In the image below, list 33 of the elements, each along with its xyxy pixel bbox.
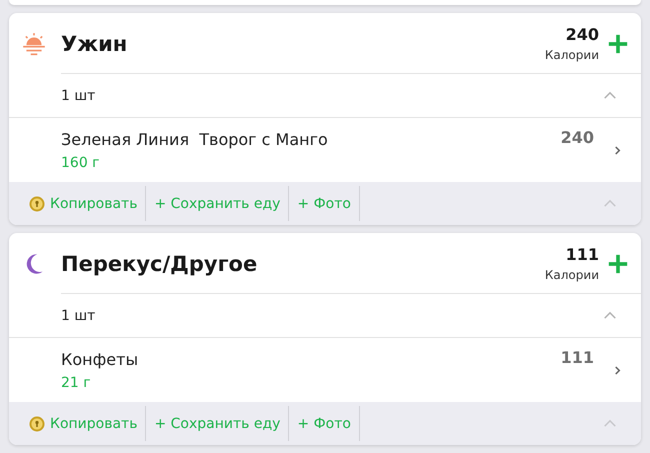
action-button[interactable]: Копировать [21, 186, 146, 221]
chevron-right-icon [614, 144, 621, 156]
add-icon[interactable] [607, 32, 629, 54]
collapse-icon[interactable] [603, 311, 617, 320]
action-button[interactable]: + Сохранить еду [146, 186, 290, 221]
collapse-icon[interactable] [603, 419, 617, 428]
collapse-icon[interactable] [603, 91, 617, 100]
food-item[interactable]: Конфеты 21 г 111 [9, 338, 641, 402]
food-weight: 21 г [61, 374, 92, 390]
coin-icon [29, 196, 45, 212]
food-name: Зеленая Линия Творог с Манго [61, 130, 329, 148]
meal-title: Перекус/Другое [61, 252, 258, 276]
food-weight: 160 г [61, 154, 101, 170]
food-calories: 240 [560, 128, 594, 147]
portion-label: 1 шт [61, 88, 96, 104]
chevron-right-icon [614, 364, 621, 376]
meal-title: Ужин [61, 32, 128, 56]
food-name: Конфеты [61, 350, 140, 368]
coin-icon [29, 416, 45, 432]
action-button[interactable]: + Фото [289, 406, 360, 441]
action-button[interactable]: Копировать [21, 406, 146, 441]
calorie-total: 111 [566, 245, 599, 264]
portion-label: 1 шт [61, 308, 96, 324]
add-icon[interactable] [607, 252, 629, 274]
food-calories: 111 [560, 348, 594, 367]
food-item[interactable]: Зеленая Линия Творог с Манго 160 г 240 [9, 118, 641, 182]
calorie-total: 240 [566, 25, 599, 44]
collapse-icon[interactable] [603, 199, 617, 208]
action-button[interactable]: + Сохранить еду [146, 406, 290, 441]
calorie-label: Калории [544, 48, 599, 62]
action-button[interactable]: + Фото [289, 186, 360, 221]
sunset-icon [21, 30, 47, 56]
calorie-label: Калории [544, 268, 599, 282]
